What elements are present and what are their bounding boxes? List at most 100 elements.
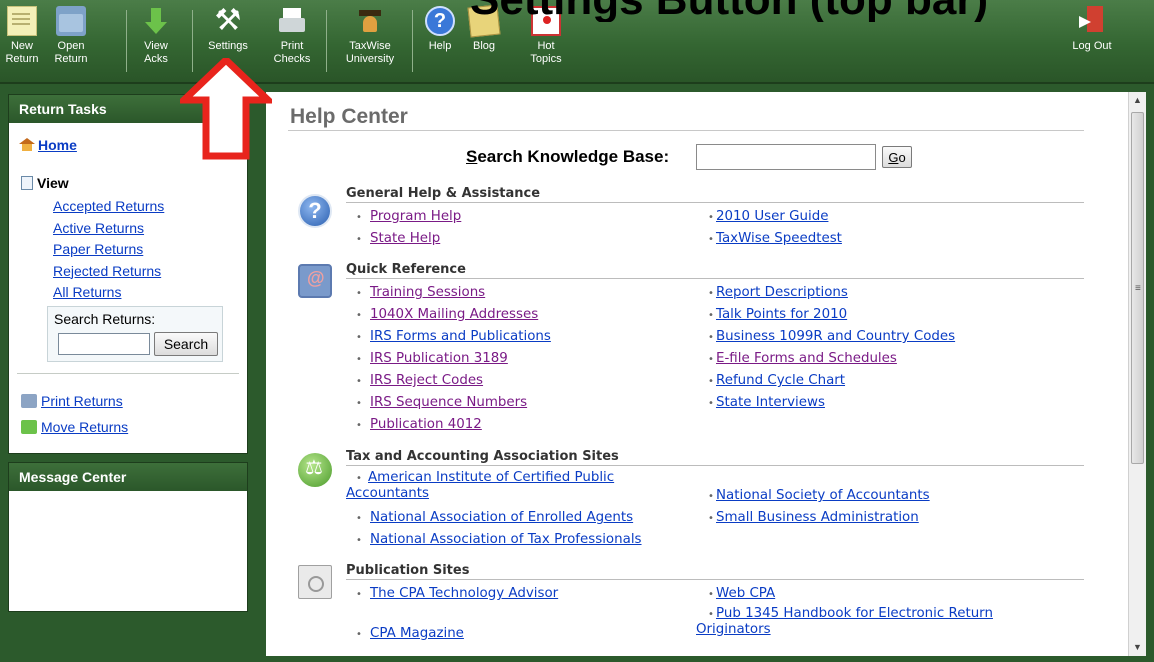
view-heading: View <box>21 175 69 191</box>
bullet: • <box>708 354 714 365</box>
taxwise-university-button[interactable]: TaxWise University <box>334 4 406 76</box>
kb-label-text: earch Knowledge Base: <box>477 147 670 166</box>
search-returns-box: Search Returns: Search <box>47 306 223 362</box>
home-icon <box>19 138 35 151</box>
log-out-button[interactable]: Log Out <box>1064 4 1120 76</box>
cpa-tech-advisor-link[interactable]: The CPA Technology Advisor <box>370 586 558 601</box>
search-returns-label: Search Returns: <box>54 311 156 327</box>
help-label: Help <box>428 40 452 52</box>
paper-returns-link[interactable]: Paper Returns <box>53 239 164 261</box>
toolbar-separator <box>326 10 327 72</box>
home-link[interactable]: Home <box>19 137 77 153</box>
section-divider <box>346 278 1084 279</box>
state-interviews-link[interactable]: State Interviews <box>716 395 825 410</box>
bullet: • <box>356 629 362 640</box>
bullet: • <box>708 513 714 524</box>
log-out-label: Log Out <box>1072 40 1112 52</box>
print-returns-link[interactable]: Print Returns <box>21 393 123 409</box>
state-help-link[interactable]: State Help <box>370 231 440 246</box>
settings-label: Settings <box>208 40 248 52</box>
publication-icon <box>298 565 332 599</box>
print-returns-label: Print Returns <box>41 393 123 409</box>
bullet: • <box>708 491 714 502</box>
training-sessions-link[interactable]: Training Sessions <box>370 285 485 300</box>
bullet: • <box>356 513 362 524</box>
program-help-link[interactable]: Program Help <box>370 209 461 224</box>
search-returns-input[interactable] <box>58 333 150 355</box>
refund-cycle-link[interactable]: Refund Cycle Chart <box>716 373 845 388</box>
go-label: o <box>898 149 906 165</box>
scroll-down-arrow-icon[interactable]: ▼ <box>1129 639 1146 656</box>
user-guide-link[interactable]: 2010 User Guide <box>716 209 828 224</box>
view-acks-icon <box>141 6 171 36</box>
printer-icon <box>21 394 37 408</box>
web-cpa-link[interactable]: Web CPA <box>716 586 775 601</box>
cpa-magazine-link[interactable]: CPA Magazine <box>370 626 464 641</box>
move-returns-label: Move Returns <box>41 419 129 435</box>
accepted-returns-link[interactable]: Accepted Returns <box>53 196 164 218</box>
irs-forms-link[interactable]: IRS Forms and Publications <box>370 329 551 344</box>
speedtest-link[interactable]: TaxWise Speedtest <box>716 231 842 246</box>
scroll-thumb[interactable]: ≡ <box>1131 112 1144 464</box>
print-checks-icon <box>277 6 307 36</box>
search-returns-button[interactable]: Search <box>154 332 218 356</box>
report-descriptions-link[interactable]: Report Descriptions <box>716 285 848 300</box>
scroll-grip-icon: ≡ <box>1135 283 1141 294</box>
tax-professionals-link[interactable]: National Association of Tax Professional… <box>370 532 642 547</box>
view-acks-label-1: View <box>144 40 168 52</box>
bullet: • <box>356 473 362 484</box>
slide-title: Settings Button (top bar) <box>470 0 1030 22</box>
view-label: View <box>37 175 69 191</box>
view-acks-button[interactable]: View Acks <box>132 4 180 76</box>
pub-1345-link[interactable]: Pub 1345 Handbook for Electronic Return <box>716 606 993 621</box>
bullet: • <box>356 332 362 343</box>
go-button[interactable]: Go <box>882 146 912 168</box>
aicpa-link[interactable]: American Institute of Certified Public <box>368 470 614 485</box>
help-button[interactable]: ? Help <box>420 4 460 76</box>
rejected-returns-link[interactable]: Rejected Returns <box>53 261 164 283</box>
national-society-link[interactable]: National Society of Accountants <box>716 488 930 503</box>
bullet: • <box>356 310 362 321</box>
scales-icon <box>298 453 332 487</box>
publication-4012-link[interactable]: Publication 4012 <box>370 417 482 432</box>
section-title: Tax and Accounting Association Sites <box>346 449 619 464</box>
message-center-panel: Message Center <box>8 462 248 612</box>
bullet: • <box>708 589 714 600</box>
print-checks-label-1: Print <box>280 40 304 52</box>
toolbar-separator <box>126 10 127 72</box>
open-return-button[interactable]: Open Return <box>46 4 96 76</box>
section-divider <box>346 465 1084 466</box>
enrolled-agents-link[interactable]: National Association of Enrolled Agents <box>370 510 633 525</box>
print-checks-label-2: Checks <box>273 53 311 65</box>
document-view-icon <box>21 176 33 190</box>
open-return-label-1: Open <box>57 40 85 52</box>
help-icon: ? <box>425 6 455 36</box>
business-1099r-link[interactable]: Business 1099R and Country Codes <box>716 329 955 344</box>
irs-reject-codes-link[interactable]: IRS Reject Codes <box>370 373 483 388</box>
university-label-2: University <box>345 53 395 65</box>
aicpa-link-continued[interactable]: Accountants <box>346 486 429 501</box>
talk-points-link[interactable]: Talk Points for 2010 <box>716 307 847 322</box>
irs-pub-3189-link[interactable]: IRS Publication 3189 <box>370 351 508 366</box>
bullet: • <box>708 398 714 409</box>
sba-link[interactable]: Small Business Administration <box>716 510 919 525</box>
bullet: • <box>356 376 362 387</box>
all-returns-link[interactable]: All Returns <box>53 282 164 304</box>
1040x-addresses-link[interactable]: 1040X Mailing Addresses <box>370 307 538 322</box>
irs-sequence-numbers-link[interactable]: IRS Sequence Numbers <box>370 395 527 410</box>
move-returns-link[interactable]: Move Returns <box>21 419 128 435</box>
panel-divider <box>17 373 239 374</box>
content-scrollbar[interactable]: ▲ ≡ ▼ <box>1128 92 1146 656</box>
active-returns-link[interactable]: Active Returns <box>53 218 164 240</box>
knowledge-base-search-input[interactable] <box>696 144 876 170</box>
pub-1345-link-continued[interactable]: Originators <box>696 622 771 637</box>
bullet: • <box>708 310 714 321</box>
move-arrow-icon <box>21 420 37 434</box>
toolbar-separator <box>412 10 413 72</box>
print-checks-button[interactable]: Print Checks <box>266 4 318 76</box>
scroll-up-arrow-icon[interactable]: ▲ <box>1129 92 1146 109</box>
new-return-button[interactable]: New Return <box>2 4 42 76</box>
efile-forms-link[interactable]: E-file Forms and Schedules <box>716 351 897 366</box>
open-return-icon <box>56 6 86 36</box>
hot-topics-label-1: Hot <box>537 40 555 52</box>
